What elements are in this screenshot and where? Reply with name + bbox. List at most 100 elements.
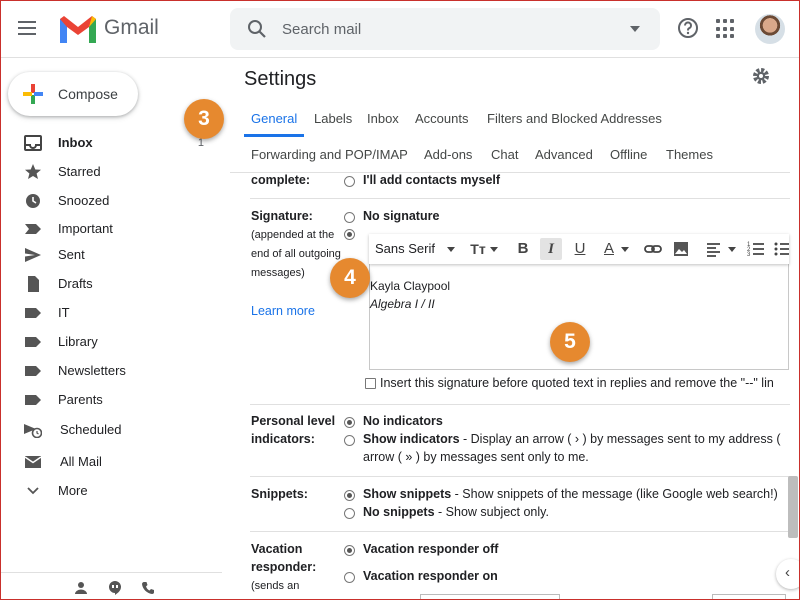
scrollbar-thumb[interactable]: [788, 476, 798, 538]
learn-more-link[interactable]: Learn more: [251, 304, 315, 318]
gmail-logo-text: Gmail: [104, 16, 159, 39]
google-apps-icon[interactable]: [716, 19, 736, 39]
side-panel-toggle-button[interactable]: ‹: [776, 559, 800, 589]
sidebar-item-newsletters[interactable]: Newsletters: [0, 357, 222, 385]
search-options-icon[interactable]: [630, 26, 640, 32]
sidebar-item-snoozed[interactable]: Snoozed: [0, 187, 222, 215]
compose-label: Compose: [58, 86, 118, 102]
no-signature-radio[interactable]: [344, 212, 355, 223]
show-indicators-radio[interactable]: [344, 435, 355, 446]
font-size-icon[interactable]: Tᴛ: [467, 238, 489, 260]
vacation-on-radio[interactable]: [344, 572, 355, 583]
tab-add-ons[interactable]: Add-ons: [424, 147, 472, 162]
main-menu-button[interactable]: [18, 17, 46, 41]
bold-icon[interactable]: B: [512, 238, 534, 260]
bulleted-list-icon[interactable]: [772, 238, 789, 260]
sidebar-item-label: Important: [58, 221, 113, 236]
sidebar-item-starred[interactable]: Starred: [0, 158, 222, 186]
tab-labels[interactable]: Labels: [314, 111, 352, 126]
person-icon[interactable]: [74, 581, 88, 595]
sidebar-item-drafts[interactable]: Drafts: [0, 270, 222, 298]
sidebar-item-all-mail[interactable]: All Mail: [0, 448, 222, 476]
sidebar-item-sent[interactable]: Sent: [0, 241, 222, 269]
create-contacts-label: complete:: [251, 173, 311, 187]
avatar[interactable]: [755, 14, 785, 44]
signature-label: Signature:: [251, 209, 313, 223]
send-icon: [25, 248, 41, 262]
compose-button[interactable]: Compose: [8, 72, 138, 116]
tab-inbox[interactable]: Inbox: [367, 111, 399, 126]
no-signature-label: No signature: [363, 209, 440, 223]
tab-advanced[interactable]: Advanced: [535, 147, 593, 162]
link-icon[interactable]: [642, 238, 664, 260]
signature-name[interactable]: Kayla Claypool: [370, 279, 450, 293]
show-snippets-radio[interactable]: [344, 490, 355, 501]
sidebar-item-inbox[interactable]: Inbox 1: [0, 129, 222, 157]
sidebar-item-it[interactable]: IT: [0, 299, 222, 327]
font-dropdown-icon[interactable]: [447, 247, 455, 252]
tab-filters[interactable]: Filters and Blocked Addresses: [487, 111, 662, 126]
snippets-label: Snippets:: [251, 487, 308, 501]
sidebar-item-library[interactable]: Library: [0, 328, 222, 356]
tab-accounts[interactable]: Accounts: [415, 111, 468, 126]
sidebar-item-important[interactable]: Important: [0, 215, 222, 243]
italic-icon[interactable]: I: [540, 238, 562, 260]
sidebar-item-label: Parents: [58, 392, 103, 407]
show-indicators-description: arrow ( » ) by messages sent only to me.: [363, 450, 589, 464]
scheduled-icon: [24, 424, 42, 438]
chevron-down-icon: [27, 487, 39, 495]
chevron-left-icon: ‹: [785, 564, 790, 581]
step-callout-4: 4: [330, 258, 370, 298]
no-indicators-radio[interactable]: [344, 417, 355, 428]
show-snippets-label: Show snippets - Show snippets of the mes…: [363, 487, 778, 501]
color-dropdown-icon[interactable]: [621, 247, 629, 252]
search-icon[interactable]: [246, 18, 268, 40]
vacation-end-input[interactable]: [712, 594, 786, 600]
vacation-on-label: Vacation responder on: [363, 569, 498, 583]
underline-icon[interactable]: U: [569, 238, 591, 260]
no-snippets-radio[interactable]: [344, 508, 355, 519]
image-icon[interactable]: [670, 238, 692, 260]
sidebar-item-more[interactable]: More: [0, 477, 222, 505]
personal-level-label-2: indicators:: [251, 432, 315, 446]
no-snippets-label: No snippets - Show subject only.: [363, 505, 549, 519]
svg-text:3: 3: [747, 252, 751, 258]
vacation-label: Vacation: [251, 542, 303, 556]
signature-radio[interactable]: [344, 229, 355, 240]
insert-before-quoted-checkbox[interactable]: [365, 378, 376, 389]
section-divider: [250, 404, 790, 405]
gear-icon[interactable]: [752, 67, 770, 85]
align-dropdown-icon[interactable]: [728, 247, 736, 252]
tab-chat[interactable]: Chat: [491, 147, 518, 162]
label-icon: [25, 337, 41, 347]
sidebar-item-label: Inbox: [58, 135, 93, 150]
personal-level-label: Personal level: [251, 414, 336, 428]
tab-offline[interactable]: Offline: [610, 147, 647, 162]
signature-title[interactable]: Algebra I / II: [370, 297, 435, 311]
formatting-toolbar: Sans Serif Tᴛ B I U A 123: [369, 234, 789, 264]
tab-themes[interactable]: Themes: [666, 147, 713, 162]
tab-forwarding[interactable]: Forwarding and POP/IMAP: [251, 147, 408, 162]
size-dropdown-icon[interactable]: [490, 247, 498, 252]
label-icon: [25, 308, 41, 318]
sidebar-item-scheduled[interactable]: Scheduled: [0, 416, 222, 444]
draft-icon: [28, 276, 39, 292]
help-icon[interactable]: [677, 17, 699, 39]
hangouts-icon[interactable]: [108, 581, 122, 595]
add-contacts-myself-radio[interactable]: [344, 176, 355, 187]
font-family-select[interactable]: Sans Serif: [375, 241, 435, 256]
vacation-start-input[interactable]: [420, 594, 560, 600]
search-bar[interactable]: Search mail: [230, 8, 660, 50]
search-input[interactable]: Search mail: [282, 21, 361, 38]
vacation-off-radio[interactable]: [344, 545, 355, 556]
section-divider: [250, 198, 790, 199]
numbered-list-icon[interactable]: 123: [745, 238, 767, 260]
plus-icon: [23, 84, 43, 104]
text-color-icon[interactable]: A: [598, 238, 620, 260]
tab-general[interactable]: General: [251, 111, 297, 126]
phone-icon[interactable]: [141, 581, 155, 595]
important-icon: [25, 224, 41, 234]
sidebar-item-parents[interactable]: Parents: [0, 386, 222, 414]
align-icon[interactable]: [704, 238, 726, 260]
gmail-logo-icon: [60, 16, 96, 43]
